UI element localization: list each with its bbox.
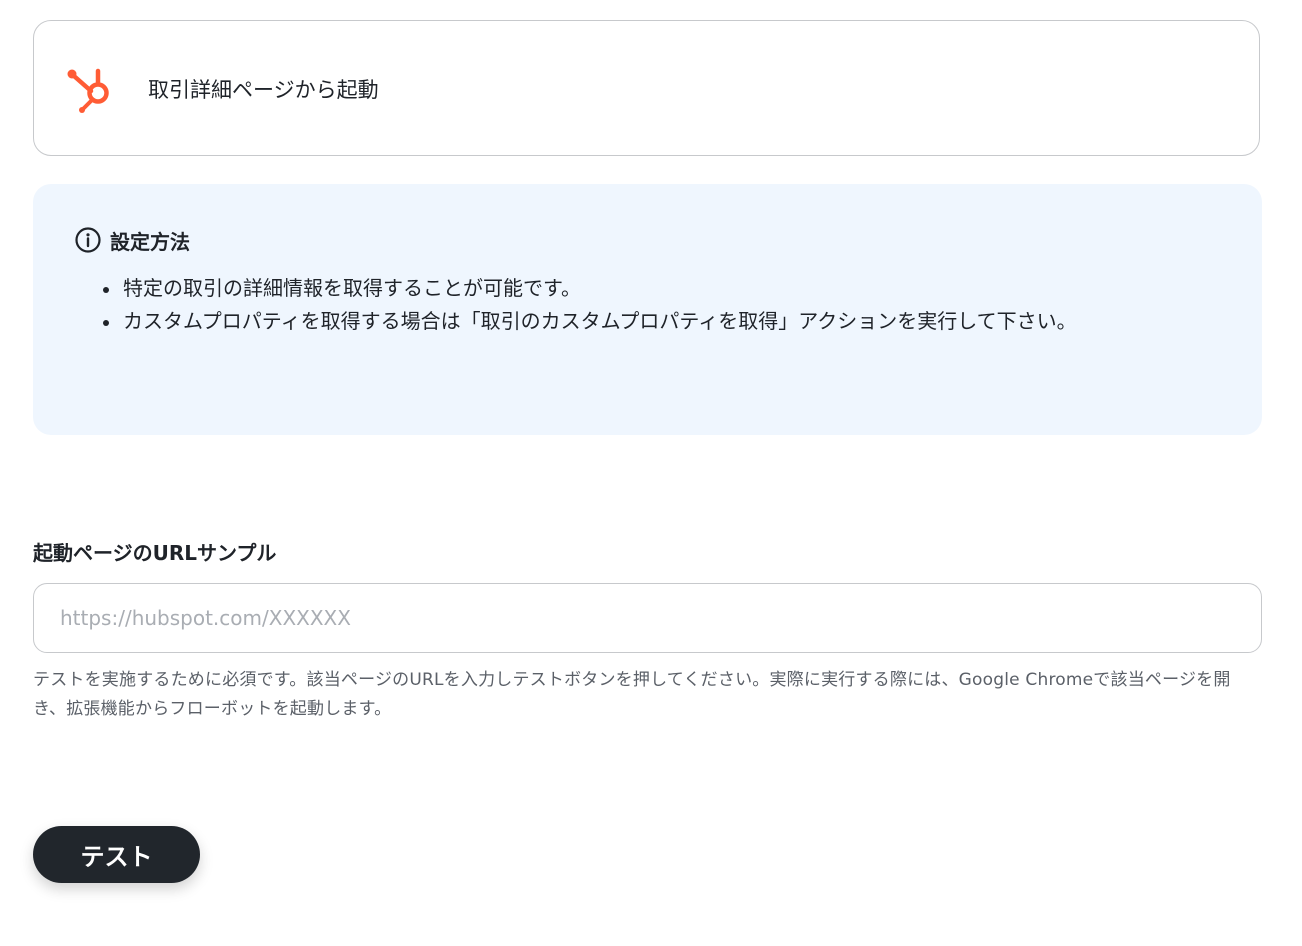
url-sample-label: 起動ページのURLサンプル (33, 541, 277, 565)
setup-info-box: 設定方法 特定の取引の詳細情報を取得することが可能です。 カスタムプロパティを取… (33, 184, 1262, 435)
info-list-item: 特定の取引の詳細情報を取得することが可能です。 (103, 272, 1077, 305)
trigger-title: 取引詳細ページから起動 (148, 78, 379, 102)
hubspot-icon (64, 63, 116, 115)
test-button[interactable]: テスト (33, 826, 200, 883)
url-help-text: テストを実施するために必須です。該当ページのURLを入力しテストボタンを押してく… (33, 670, 1231, 719)
info-title: 設定方法 (110, 229, 190, 254)
info-list: 特定の取引の詳細情報を取得することが可能です。 カスタムプロパティを取得する場合… (103, 272, 1077, 338)
url-sample-input[interactable] (33, 583, 1262, 653)
info-list-item: カスタムプロパティを取得する場合は「取引のカスタムプロパティを取得」アクションを… (103, 305, 1077, 338)
info-circle-icon (74, 226, 102, 254)
info-header: 設定方法 (74, 226, 190, 254)
trigger-card: 取引詳細ページから起動 (33, 20, 1260, 156)
